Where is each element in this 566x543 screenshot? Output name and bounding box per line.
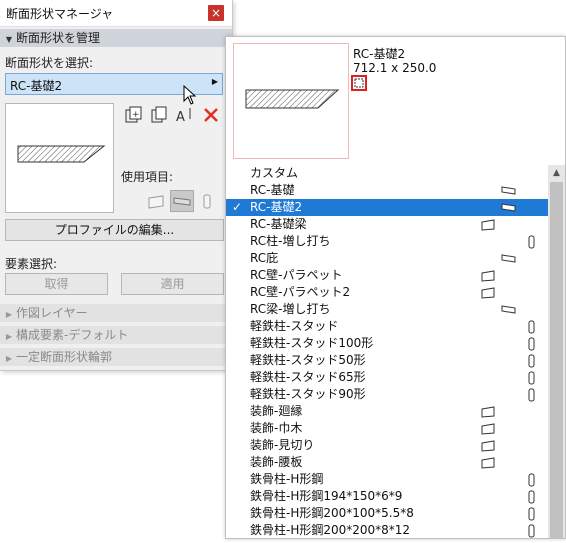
profile-list-item-label: 装飾-巾木 — [250, 421, 303, 435]
component-section-header[interactable]: ▶ 構成要素-デフォルト — [0, 326, 232, 344]
profile-list-item-label: 軽鉄柱-スタッド50形 — [250, 353, 366, 367]
profile-list-item[interactable]: RC-基礎 — [226, 182, 548, 199]
apply-button[interactable]: 適用 — [121, 273, 224, 295]
chevron-right-icon: ▶ — [211, 77, 218, 86]
profile-list-item-label: RC柱-増し打ち — [250, 234, 331, 248]
manage-section-label: 断面形状を管理 — [16, 31, 101, 45]
profile-list-item[interactable]: RC壁-パラペット — [226, 267, 548, 284]
svg-text:+: + — [132, 110, 140, 120]
delete-profile-icon[interactable] — [201, 105, 221, 125]
profile-list-item[interactable]: RC庇 — [226, 250, 548, 267]
layer-section-header[interactable]: ▶ 作図レイヤー — [0, 304, 232, 322]
profile-list-item-label: 装飾-見切り — [250, 438, 315, 452]
profile-list-item[interactable]: 軽鉄柱-スタッド90形 — [226, 386, 548, 403]
profile-list-item-label: RC壁-パラペット — [250, 268, 343, 282]
profile-list-item[interactable]: 鉄骨柱-H形鋼200*100*5.5*8 — [226, 505, 548, 522]
collapsed-triangle-icon: ▶ — [5, 310, 13, 319]
profile-preview-drawing — [17, 145, 106, 163]
profile-list-item-label: RC壁-パラペット2 — [250, 285, 351, 299]
profile-list-item[interactable]: カスタム — [226, 165, 548, 182]
profile-list-item-label: RC庇 — [250, 251, 279, 265]
profile-list-item[interactable]: RC柱-増し打ち — [226, 233, 548, 250]
profile-list-item[interactable]: 鉄骨柱-H形鋼194*150*6*9 — [226, 488, 548, 505]
profile-list-item-label: 軽鉄柱-スタッド65形 — [250, 370, 366, 384]
svg-text:A: A — [176, 110, 185, 125]
profile-list-item-label: 装飾-腰板 — [250, 455, 303, 469]
profile-list-item-label: RC梁-増し打ち — [250, 302, 331, 316]
mouse-cursor-icon — [183, 84, 197, 108]
column-usage-icon[interactable] — [200, 190, 214, 212]
profile-list-item[interactable]: 軽鉄柱-スタッド65形 — [226, 369, 548, 386]
outline-section-header[interactable]: ▶ 一定断面形状輪郭 — [0, 348, 232, 366]
profile-list-item-label: 鉄骨柱-H形鋼200*100*5.5*8 — [250, 506, 414, 520]
checkmark-icon: ✓ — [232, 200, 243, 214]
profile-origin-icon[interactable] — [351, 75, 367, 91]
profile-list-popup: RC-基礎2 712.1 x 250.0 カスタム RC-基礎 ✓ RC-基礎2 RC-… — [225, 36, 566, 539]
palette-titlebar[interactable]: 断面形状マネージャ × — [0, 0, 232, 27]
expand-triangle-icon: ▼ — [5, 35, 13, 44]
scrollbar-thumb[interactable] — [550, 182, 563, 538]
profile-list-item-label: 鉄骨柱-H形鋼 — [250, 472, 324, 486]
rename-profile-icon[interactable]: A — [175, 105, 195, 125]
close-button[interactable]: × — [208, 5, 224, 21]
profile-manager-palette: 断面形状マネージャ × ▼ 断面形状を管理 断面形状を選択: RC-基礎2 ▶ +… — [0, 0, 233, 371]
usage-label: 使用項目: — [121, 170, 174, 184]
profile-list-item-label: 軽鉄柱-スタッド90形 — [250, 387, 366, 401]
profile-list-item-label: RC-基礎2 — [250, 200, 303, 214]
profile-list-item-label: 軽鉄柱-スタッド100形 — [250, 336, 374, 350]
edit-profile-button[interactable]: プロファイルの編集... — [5, 219, 224, 241]
manage-section-header[interactable]: ▼ 断面形状を管理 — [0, 29, 232, 47]
profile-list-item[interactable]: 軽鉄柱-スタッド100形 — [226, 335, 548, 352]
collapsed-triangle-icon: ▶ — [5, 354, 13, 363]
element-select-label: 要素選択: — [5, 257, 58, 271]
close-icon: × — [210, 6, 222, 20]
wall-usage-icon[interactable] — [145, 190, 167, 212]
profile-list-item[interactable]: 鉄骨柱-H形鋼 — [226, 471, 548, 488]
get-button[interactable]: 取得 — [5, 273, 108, 295]
beam-usage-icon[interactable] — [170, 190, 194, 212]
profile-list-item[interactable]: 軽鉄柱-スタッド50形 — [226, 352, 548, 369]
outline-section-label: 一定断面形状輪郭 — [16, 350, 113, 364]
popup-profile-preview — [233, 43, 349, 159]
profile-list-item-label: RC-基礎梁 — [250, 217, 307, 231]
column-icon — [528, 524, 536, 543]
scroll-up-icon[interactable]: ▲ — [548, 165, 565, 182]
profile-list-item[interactable]: RC-基礎梁 — [226, 216, 548, 233]
profile-list-item-label: 鉄骨柱-H形鋼200*200*8*12 — [250, 523, 411, 537]
profile-list-item[interactable]: ✓ RC-基礎2 — [226, 199, 548, 216]
popup-profile-name: RC-基礎2 — [353, 47, 406, 61]
popup-preview-drawing — [245, 89, 340, 109]
select-profile-label: 断面形状を選択: — [5, 56, 94, 70]
popup-profile-dimensions: 712.1 x 250.0 — [353, 61, 437, 75]
vertical-scrollbar[interactable]: ▲ — [548, 165, 565, 538]
profile-preview — [5, 103, 114, 213]
profile-list-item[interactable]: 鉄骨柱-H形鋼200*200*8*12 — [226, 522, 548, 539]
profile-list-item[interactable]: 装飾-廻縁 — [226, 403, 548, 420]
profile-list-item-label: RC-基礎 — [250, 183, 295, 197]
profile-list-item[interactable]: 装飾-巾木 — [226, 420, 548, 437]
collapsed-triangle-icon: ▶ — [5, 332, 13, 341]
profile-list-item[interactable]: 装飾-腰板 — [226, 454, 548, 471]
profile-list-item-label: 軽鉄柱-スタッド — [250, 319, 339, 333]
palette-title: 断面形状マネージャ — [6, 7, 114, 21]
profile-list-item[interactable]: RC壁-パラペット2 — [226, 284, 548, 301]
profile-list-item[interactable]: 装飾-見切り — [226, 437, 548, 454]
profile-list-item[interactable]: RC梁-増し打ち — [226, 301, 548, 318]
component-section-label: 構成要素-デフォルト — [16, 328, 129, 342]
profile-list-item-label: カスタム — [250, 166, 299, 180]
duplicate-profile-icon[interactable] — [149, 105, 169, 125]
new-profile-icon[interactable]: + — [123, 105, 143, 125]
profile-list-item-label: 装飾-廻縁 — [250, 404, 303, 418]
profile-list-item-label: 鉄骨柱-H形鋼194*150*6*9 — [250, 489, 403, 503]
profile-list-item[interactable]: 軽鉄柱-スタッド — [226, 318, 548, 335]
profile-select-value: RC-基礎2 — [10, 79, 63, 93]
layer-section-label: 作図レイヤー — [16, 306, 88, 320]
